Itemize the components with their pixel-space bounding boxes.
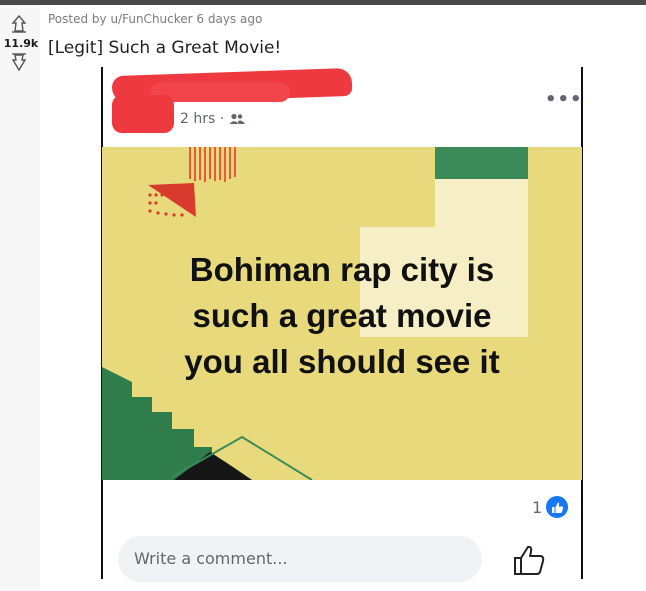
- post-meta[interactable]: Posted by u/FunChucker 6 days ago: [48, 12, 262, 26]
- image-caption-line: you all should see it: [184, 343, 500, 380]
- comment-input[interactable]: Write a comment...: [118, 536, 482, 582]
- friends-icon: [229, 113, 245, 124]
- more-options-icon[interactable]: •••: [545, 89, 583, 110]
- vote-column: [0, 5, 40, 591]
- image-caption: Bohiman rap city is such a great movie y…: [102, 247, 582, 385]
- fb-post-time: 2 hrs ·: [180, 111, 225, 127]
- thumbs-up-glyph: [551, 502, 563, 513]
- upvote-button[interactable]: [8, 14, 30, 34]
- like-count: 1: [532, 498, 543, 517]
- fb-post-meta: 2 hrs ·: [180, 111, 245, 127]
- vote-score: 11.9k: [3, 37, 39, 50]
- downvote-button[interactable]: [8, 52, 30, 72]
- window-top-border: [0, 0, 646, 5]
- post-title[interactable]: [Legit] Such a Great Movie!: [48, 38, 281, 58]
- redaction-mark-avatar: [112, 95, 174, 133]
- image-caption-line: Bohiman rap city is: [189, 251, 495, 288]
- thumbs-up-icon[interactable]: [512, 543, 546, 577]
- post-image: Bohiman rap city is such a great movie y…: [102, 147, 582, 480]
- upvote-icon: [11, 14, 27, 33]
- image-caption-line: such a great movie: [192, 297, 492, 334]
- like-badge-icon[interactable]: [546, 496, 568, 518]
- downvote-icon: [11, 53, 27, 72]
